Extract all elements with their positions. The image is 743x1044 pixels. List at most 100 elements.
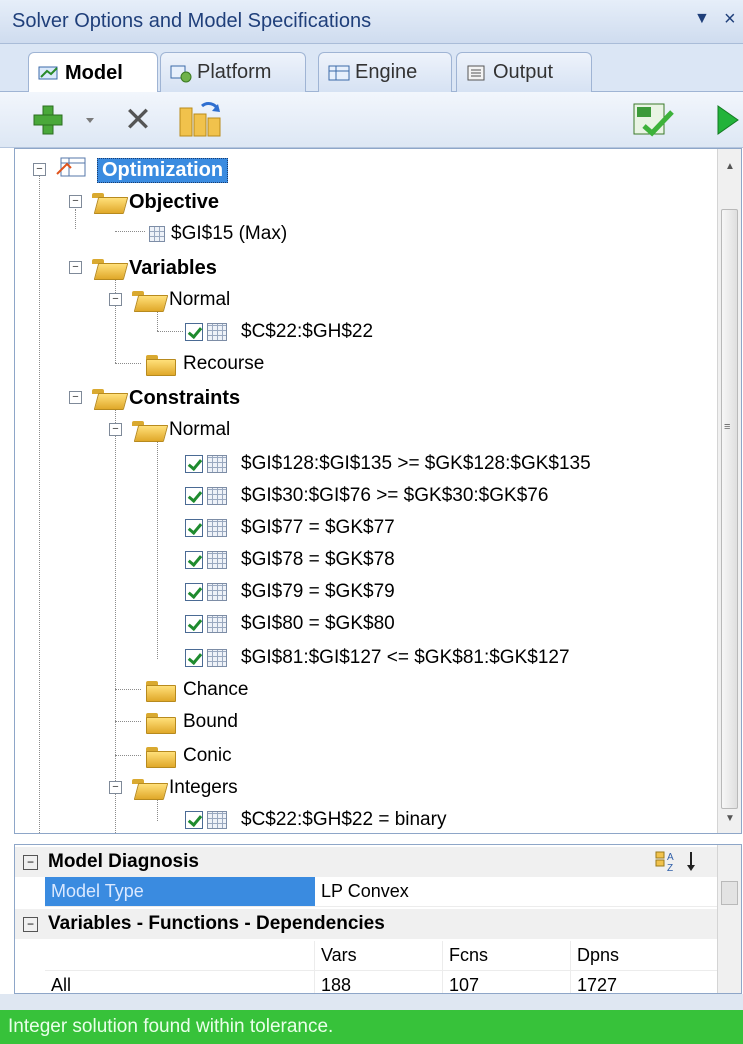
tab-model[interactable]: Model (28, 52, 158, 93)
integers-item-label: $C$22:$GH$22 = binary (241, 809, 447, 830)
chevron-down-icon (86, 118, 94, 123)
properties-scrollbar[interactable] (717, 845, 741, 993)
constraint-row[interactable]: $GI$128:$GI$135 >= $GK$128:$GK$135 (185, 449, 591, 479)
conic-label: Conic (183, 745, 232, 766)
checkbox-icon[interactable] (185, 323, 203, 341)
close-icon[interactable]: × (724, 8, 736, 31)
tree-node-variables-normal[interactable]: Normal (131, 285, 230, 315)
constraint-row[interactable]: $GI$81:$GI$127 <= $GK$81:$GK$127 (185, 643, 570, 673)
constraint-row[interactable]: $GI$78 = $GK$78 (185, 545, 395, 575)
analyze-button[interactable] (628, 100, 678, 140)
folder-open-icon (131, 419, 163, 441)
checkbox-icon[interactable] (185, 487, 203, 505)
tree-node-objective-item[interactable]: $GI$15 (Max) (145, 219, 287, 249)
tab-engine[interactable]: Engine (318, 52, 452, 92)
tab-strip: Model Platform Engine Output (0, 44, 743, 93)
variables-normal-label: Normal (169, 289, 231, 310)
splitter[interactable] (0, 994, 743, 1010)
tree-node-objective[interactable]: Objective (91, 187, 219, 217)
folder-icon (145, 745, 177, 768)
checkbox-icon[interactable] (185, 519, 203, 537)
refresh-button[interactable] (176, 100, 224, 140)
checkbox-icon[interactable] (185, 811, 203, 829)
checkbox-icon[interactable] (185, 551, 203, 569)
tree-node-variables-item[interactable]: $C$22:$GH$22 (185, 317, 373, 347)
constraint-label: $GI$128:$GI$135 >= $GK$128:$GK$135 (241, 453, 591, 474)
tree-node-conic[interactable]: Conic (145, 741, 232, 771)
plus-icon (33, 105, 63, 135)
sort-icon: A Z (655, 851, 695, 874)
range-icon (207, 455, 227, 473)
tree-connector (115, 405, 116, 833)
scroll-up-icon[interactable]: ▲ (725, 161, 735, 172)
tree-node-integers-item[interactable]: $C$22:$GH$22 = binary (185, 805, 447, 833)
constraint-label: $GI$81:$GI$127 <= $GK$81:$GK$127 (241, 647, 570, 668)
expander-integers[interactable]: − (109, 781, 122, 794)
constraint-label: $GI$77 = $GK$77 (241, 517, 395, 538)
constraint-row[interactable]: $GI$80 = $GK$80 (185, 609, 395, 639)
expander-optimization[interactable]: − (33, 163, 46, 176)
scroll-grip-icon: ≡ (724, 421, 731, 433)
platform-icon (169, 63, 193, 83)
variables-item-label: $C$22:$GH$22 (241, 321, 374, 342)
tab-platform[interactable]: Platform (160, 52, 306, 92)
constraint-row[interactable]: $GI$77 = $GK$77 (185, 513, 395, 543)
folder-open-icon (91, 387, 123, 409)
folder-open-icon (131, 777, 163, 799)
tree-node-constraints[interactable]: Constraints (91, 383, 240, 413)
tree-node-variables-label: Variables (129, 256, 217, 279)
optimization-icon (55, 154, 91, 186)
scrollbar-thumb[interactable] (721, 209, 738, 809)
tree-node-recourse[interactable]: Recourse (145, 349, 264, 379)
range-icon (207, 551, 227, 569)
sort-az-button[interactable]: A Z (655, 849, 703, 874)
tree-node-integers[interactable]: Integers (131, 773, 238, 803)
tree-node-constraints-normal[interactable]: Normal (131, 415, 230, 445)
tree-connector (157, 439, 158, 659)
tree-connector (75, 209, 76, 229)
range-icon (207, 811, 227, 829)
expander-variables[interactable]: − (69, 261, 82, 274)
category-model-diagnosis[interactable]: − Model Diagnosis (15, 847, 719, 877)
tree-scrollbar[interactable]: ▲ ≡ ▼ (717, 149, 741, 833)
tree-node-optimization[interactable]: Optimization (55, 154, 229, 186)
tree-node-variables[interactable]: Variables (91, 253, 217, 283)
play-icon (717, 105, 739, 135)
expander-constraints-normal[interactable]: − (109, 423, 122, 436)
property-row-model-type[interactable]: Model Type LP Convex (15, 877, 719, 907)
checkbox-icon[interactable] (185, 455, 203, 473)
checkbox-icon[interactable] (185, 649, 203, 667)
tree-connector (115, 231, 145, 232)
scrollbar-thumb[interactable] (721, 881, 738, 905)
expander-objective[interactable]: − (69, 195, 82, 208)
category-dependencies[interactable]: − Variables - Functions - Dependencies (15, 909, 719, 939)
constraint-row[interactable]: $GI$30:$GI$76 >= $GK$30:$GK$76 (185, 481, 548, 511)
solve-button[interactable] (712, 100, 742, 140)
add-button[interactable] (28, 100, 68, 140)
property-value[interactable]: LP Convex (315, 877, 719, 907)
integers-label: Integers (169, 777, 238, 798)
scroll-down-icon[interactable]: ▼ (725, 813, 735, 824)
output-icon (465, 63, 489, 83)
checkbox-icon[interactable] (185, 615, 203, 633)
model-icon (37, 63, 61, 83)
add-dropdown-button[interactable] (82, 100, 98, 140)
tree-node-chance[interactable]: Chance (145, 675, 249, 705)
window-menu-arrow[interactable]: ▼ (694, 10, 710, 28)
expander-constraints[interactable]: − (69, 391, 82, 404)
table-cell: 107 (443, 971, 571, 993)
tree-node-constraints-label: Constraints (129, 386, 241, 409)
expander-variables-normal[interactable]: − (109, 293, 122, 306)
delete-button[interactable]: ✕ (118, 100, 158, 140)
table-header: Fcns (443, 941, 571, 971)
checkbox-icon[interactable] (185, 583, 203, 601)
category-dependencies-label: Variables - Functions - Dependencies (48, 913, 385, 934)
tree-node-bound[interactable]: Bound (145, 707, 238, 737)
constraint-row[interactable]: $GI$79 = $GK$79 (185, 577, 395, 607)
folder-icon (145, 679, 177, 702)
collapse-icon[interactable]: − (23, 916, 38, 932)
table-row[interactable]: All 188 107 1727 (15, 971, 719, 993)
collapse-icon[interactable]: − (23, 854, 38, 870)
toolbar: ✕ (0, 92, 743, 148)
tab-output[interactable]: Output (456, 52, 592, 92)
